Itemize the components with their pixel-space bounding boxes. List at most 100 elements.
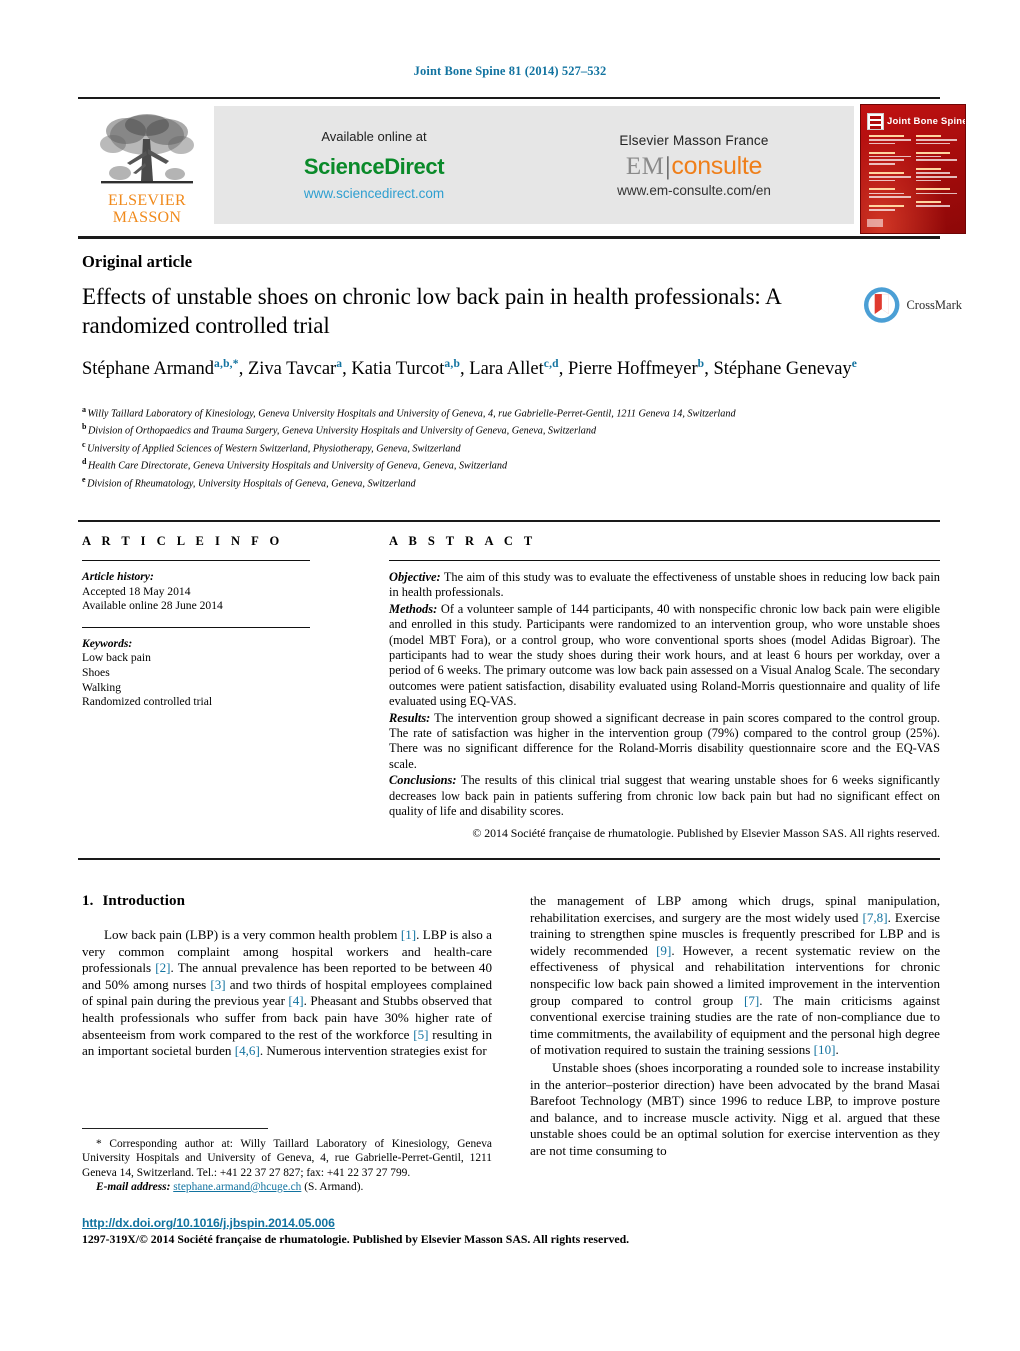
footnote-block: * Corresponding author at: Willy Taillar… xyxy=(82,1137,492,1194)
emconsulte-url[interactable]: www.em-consulte.com/en xyxy=(617,183,771,198)
article-info-divider xyxy=(82,560,310,561)
intro-paragraph-1-continued: the management of LBP among which drugs,… xyxy=(530,893,941,1058)
intro-paragraph-2: Unstable shoes (shoes incorporating a ro… xyxy=(530,1059,940,1158)
abstract-conclusions: Conclusions: The results of this clinica… xyxy=(389,773,940,819)
accepted-date: Accepted 18 May 2014 xyxy=(82,584,191,598)
emconsulte-prefix: EM xyxy=(625,152,665,180)
doi-link[interactable]: http://dx.doi.org/10.1016/j.jbspin.2014.… xyxy=(82,1216,335,1230)
sciencedirect-block: Available online at ScienceDirect www.sc… xyxy=(214,106,534,224)
crossmark-badge[interactable]: CrossMark xyxy=(862,282,962,328)
intro-paragraph-1: Low back pain (LBP) is a very common hea… xyxy=(82,927,493,1059)
author-name: Ziva Tavcar xyxy=(247,359,337,380)
journal-cover-thumbnail: Joint Bone Spine xyxy=(860,104,966,234)
cover-footer-mark xyxy=(867,219,959,228)
crossmark-icon xyxy=(863,287,900,323)
author-email-link[interactable]: stephane.armand@hcuge.ch xyxy=(173,1181,301,1193)
author-name: Stéphane Armand xyxy=(82,359,215,380)
sciencedirect-wordmark: ScienceDirect xyxy=(303,154,445,179)
abstract-objective: Objective: The aim of this study was to … xyxy=(389,570,940,601)
body-column-left: 1. Introduction Low back pain (LBP) is a … xyxy=(82,893,492,1061)
abstract-results-text: The intervention group showed a signific… xyxy=(389,710,941,771)
elsevier-word-2: MASSON xyxy=(112,208,182,226)
emconsulte-wordmark: EM|consulte xyxy=(625,151,763,180)
citation-ref[interactable]: [5] xyxy=(413,1027,428,1042)
affiliation-text: Division of Orthopaedics and Trauma Surg… xyxy=(87,425,597,437)
author-name: Lara Allet xyxy=(469,359,544,380)
author-item: Katia Turcota,b xyxy=(351,358,460,380)
abstract-conclusions-label: Conclusions: xyxy=(389,773,457,788)
abstract-copyright: © 2014 Société française de rhumatologie… xyxy=(472,825,940,840)
author-item: Pierre Hoffmeyerb xyxy=(568,358,705,380)
author-item: Ziva Tavcara xyxy=(247,358,342,380)
abstract-section-rule-bottom xyxy=(78,858,940,860)
author-name: Pierre Hoffmeyer xyxy=(568,359,698,380)
citation-ref[interactable]: [2] xyxy=(155,960,170,975)
abstract-conclusions-text: The results of this clinical trial sugge… xyxy=(389,773,940,819)
author-affil-mark[interactable]: b xyxy=(698,358,705,370)
affiliation-text: Health Care Directorate, Geneva Universi… xyxy=(87,460,508,472)
affiliation-text: Willy Taillard Laboratory of Kinesiology… xyxy=(87,408,736,420)
author-name: Stéphane Genevay xyxy=(713,359,852,380)
section-heading-introduction: 1. Introduction xyxy=(82,893,492,910)
sciencedirect-url[interactable]: www.sciencedirect.com xyxy=(304,186,444,201)
keywords-block: Keywords: Low back pain Shoes Walking Ra… xyxy=(82,637,342,710)
citation-ref[interactable]: [10] xyxy=(814,1042,836,1057)
available-online-date: Available online 28 June 2014 xyxy=(82,599,223,613)
author-item: Lara Alletc,d xyxy=(469,358,559,380)
citation-ref[interactable]: [9] xyxy=(656,943,671,958)
affiliation-mark: e xyxy=(82,474,86,484)
abstract-methods-label: Methods: xyxy=(389,601,438,616)
citation-ref[interactable]: [3] xyxy=(210,977,225,992)
abstract-results-label: Results: xyxy=(389,710,431,725)
cover-journal-title: Joint Bone Spine xyxy=(887,116,966,127)
author-affil-mark[interactable]: a,b,* xyxy=(214,358,239,370)
affiliation-item: d Health Care Directorate, Geneva Univers… xyxy=(82,456,882,473)
affiliation-mark: b xyxy=(82,422,87,432)
info-section-rule-top xyxy=(78,520,940,522)
article-info-heading: A R T I C L E I N F O xyxy=(82,534,284,548)
affiliation-text: Division of Rheumatology, University Hos… xyxy=(87,478,416,490)
affiliation-mark: a xyxy=(82,405,86,414)
citation-ref[interactable]: [7,8] xyxy=(863,910,888,925)
citation-ref[interactable]: [7] xyxy=(744,993,759,1008)
section-number: 1. xyxy=(82,893,94,909)
page-title: Effects of unstable shoes on chronic low… xyxy=(82,284,781,338)
email-note: E-mail address: stephane.armand@hcuge.ch… xyxy=(82,1180,492,1194)
abstract-objective-text: The aim of this study was to evaluate th… xyxy=(389,570,940,600)
citation-ref[interactable]: [1] xyxy=(401,927,416,942)
citation-ref[interactable]: [4] xyxy=(288,993,303,1008)
citation-ref[interactable]: [4,6] xyxy=(235,1043,260,1058)
author-affil-mark[interactable]: a,b xyxy=(444,358,460,370)
header-rule-top xyxy=(78,97,940,99)
author-item: Stéphane Armanda,b,* xyxy=(82,358,239,380)
author-item: Stéphane Genevaye xyxy=(713,358,858,380)
email-suffix: (S. Armand). xyxy=(301,1180,364,1193)
keywords-divider xyxy=(82,626,310,628)
journal-society-badge-icon xyxy=(867,113,884,130)
abstract-heading: A B S T R A C T xyxy=(389,534,537,548)
article-history-block: Article history: Accepted 18 May 2014 Av… xyxy=(82,570,342,614)
elsevier-masson-france-label: Elsevier Masson France xyxy=(619,132,769,148)
abstract-methods: Methods: Of a volunteer sample of 144 pa… xyxy=(389,602,940,710)
affiliation-list: a Willy Taillard Laboratory of Kinesiolog… xyxy=(82,404,882,491)
keyword-item: Low back pain xyxy=(82,651,151,665)
elsevier-wordmark: ELSEVIER MASSON xyxy=(108,192,186,226)
author-affil-mark[interactable]: e xyxy=(852,358,857,370)
author-affil-mark[interactable]: c,d xyxy=(544,358,559,370)
author-name: Katia Turcot xyxy=(351,359,445,380)
article-info-section: A R T I C L E I N F O Article history: A… xyxy=(82,534,342,710)
masthead-rule-bottom xyxy=(78,236,940,239)
affiliation-item: a Willy Taillard Laboratory of Kinesiolog… xyxy=(82,404,882,421)
paper-page: Joint Bone Spine 81 (2014) 527–532 ELSEV… xyxy=(0,0,1020,1351)
keyword-item: Walking xyxy=(82,680,121,694)
keyword-item: Shoes xyxy=(82,665,110,679)
section-title: Introduction xyxy=(102,893,186,909)
emconsulte-suffix: consulte xyxy=(671,151,763,180)
issn-copyright-line: 1297-319X/© 2014 Société française de rh… xyxy=(82,1232,630,1246)
elsevier-word-1: ELSEVIER xyxy=(108,192,186,209)
abstract-section: A B S T R A C T Objective: The aim of th… xyxy=(389,534,940,841)
journal-running-head: Joint Bone Spine 81 (2014) 527–532 xyxy=(413,64,607,78)
corresponding-author-note: * Corresponding author at: Willy Taillar… xyxy=(82,1138,492,1179)
author-affil-mark[interactable]: a xyxy=(336,358,342,370)
abstract-objective-label: Objective: xyxy=(389,570,441,584)
